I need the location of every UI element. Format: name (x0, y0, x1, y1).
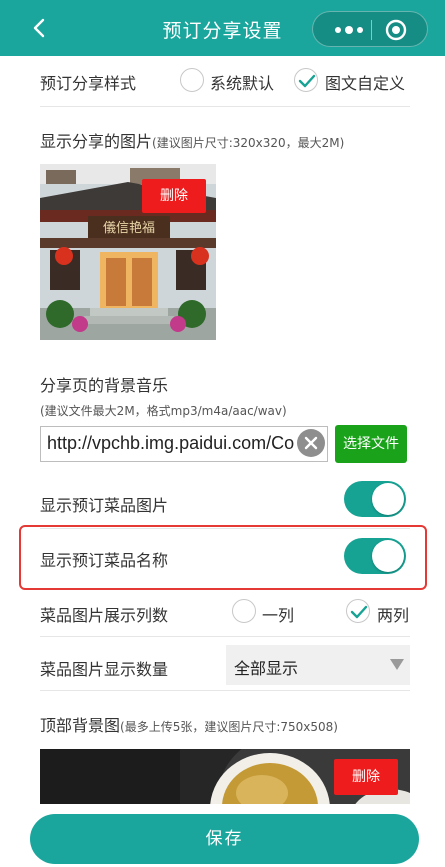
clear-input-button[interactable] (297, 429, 325, 457)
share-image-hint: (建议图片尺寸:320x320，最大2M) (152, 136, 345, 150)
choose-file-button[interactable]: 选择文件 (335, 425, 407, 463)
music-hint: (建议文件最大2M，格式mp3/m4a/aac/wav) (40, 404, 287, 418)
share-image-title-text: 显示分享的图片 (40, 132, 153, 151)
capsule-divider (371, 20, 372, 40)
clear-x-icon (304, 436, 318, 450)
save-button[interactable]: 保存 (30, 814, 419, 864)
delete-share-image-button[interactable]: 删除 (142, 179, 206, 213)
delete-top-bg-button[interactable]: 删除 (334, 759, 398, 795)
radio-system-default[interactable] (180, 68, 204, 92)
miniprogram-capsule (312, 11, 428, 47)
divider (40, 636, 410, 637)
option-one-column-label[interactable]: 一列 (262, 602, 294, 626)
radio-custom-graphic[interactable] (294, 68, 318, 92)
option-two-columns-label[interactable]: 两列 (377, 602, 409, 626)
settings-content[interactable]: 预订分享样式 系统默认 图文自定义 显示分享的图片(建议图片尺寸:320x320… (0, 56, 445, 804)
nav-header: 预订分享设置 (0, 0, 445, 56)
top-bg-title: 顶部背景图(最多上传5张，建议图片尺寸:750x508) (40, 712, 338, 736)
music-url-input[interactable]: http://vpchb.img.paidui.com/Co (40, 426, 328, 462)
switch-knob (372, 540, 404, 572)
top-bg-hint: (最多上传5张，建议图片尺寸:750x508) (120, 720, 338, 734)
show-dish-name-switch[interactable] (344, 538, 406, 574)
more-icon[interactable] (333, 24, 365, 36)
check-icon (298, 74, 316, 88)
share-image-title: 显示分享的图片(建议图片尺寸:320x320，最大2M) (40, 128, 344, 152)
restaurant-sign-text: 儀信艳福 (103, 220, 155, 236)
divider (40, 690, 410, 691)
show-dish-image-switch[interactable] (344, 481, 406, 517)
footer-bar: 保存 (0, 804, 445, 867)
display-count-value: 全部显示 (234, 659, 299, 678)
radio-two-columns[interactable] (346, 599, 370, 623)
top-bg-image-preview[interactable]: 删除 (40, 749, 410, 804)
dropdown-caret-icon (390, 659, 404, 670)
option-custom-graphic-label[interactable]: 图文自定义 (325, 70, 405, 94)
display-count-select[interactable]: 全部显示 (226, 645, 410, 685)
check-icon (350, 605, 368, 619)
option-system-default-label[interactable]: 系统默认 (210, 70, 274, 94)
close-miniprogram-icon[interactable] (385, 19, 407, 41)
switch-knob (372, 483, 404, 515)
radio-one-column[interactable] (232, 599, 256, 623)
share-image-preview[interactable]: 儀信艳福 删除 (40, 164, 216, 340)
music-title: 分享页的背景音乐 (40, 376, 169, 395)
divider (40, 106, 410, 107)
top-bg-title-text: 顶部背景图 (40, 716, 121, 735)
